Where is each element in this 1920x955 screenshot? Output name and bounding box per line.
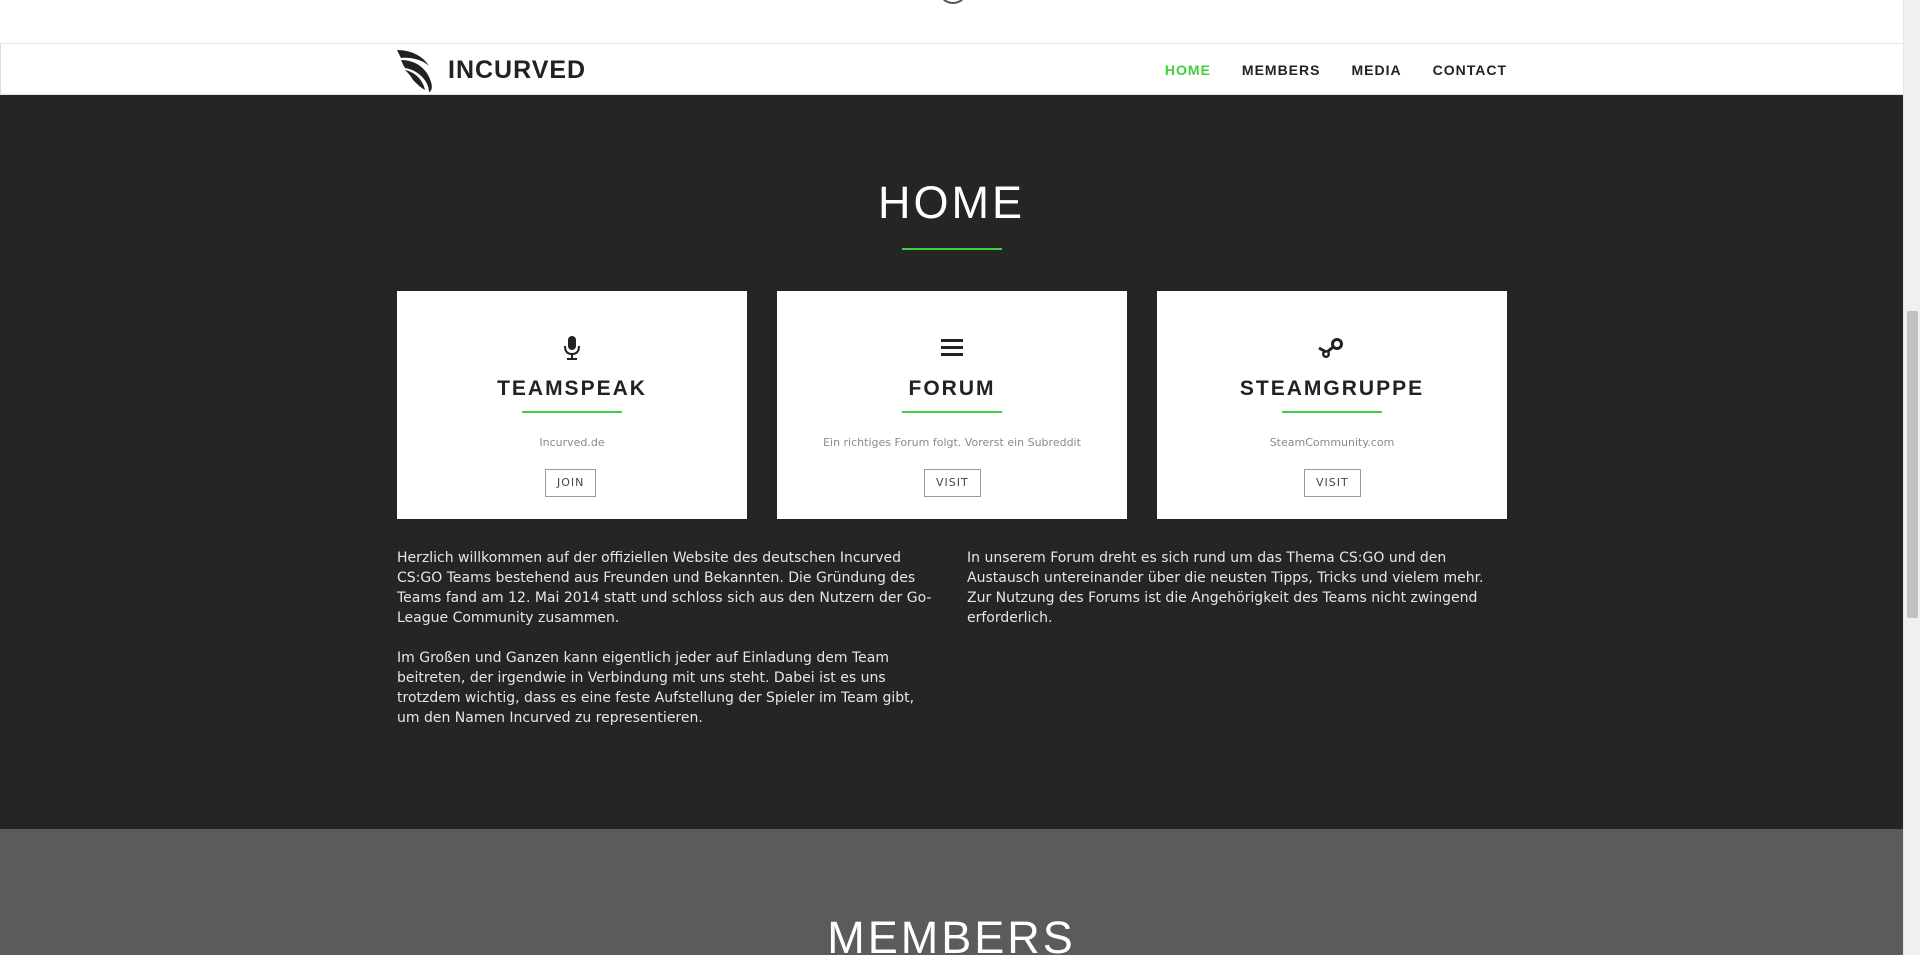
home-section: HOME TEAMSPEAK Incurved.de JOIN FORUM Ei… <box>0 95 1903 829</box>
list-icon <box>941 339 963 356</box>
steamgruppe-visit-button[interactable]: VISIT <box>1304 469 1361 497</box>
incurved-logo-icon <box>397 50 432 92</box>
card-steamgruppe: STEAMGRUPPE SteamCommunity.com VISIT <box>1157 291 1507 519</box>
navbar: INCURVED HOME MEMBERS MEDIA CONTACT <box>0 43 1903 95</box>
main-nav: HOME MEMBERS MEDIA CONTACT <box>1134 44 1507 96</box>
card-subtitle: Incurved.de <box>539 436 605 449</box>
page-scrollbar[interactable] <box>1903 0 1920 955</box>
nav-item-contact[interactable]: CONTACT <box>1433 62 1507 78</box>
microphone-icon <box>564 336 580 360</box>
card-title: FORUM <box>908 377 996 400</box>
teamspeak-join-button[interactable]: JOIN <box>545 469 597 497</box>
team-paragraph: Im Großen und Ganzen kann eigentlich jed… <box>397 650 915 726</box>
top-strip <box>0 0 1903 43</box>
card-subtitle: SteamCommunity.com <box>1269 436 1395 449</box>
nav-item-members[interactable]: MEMBERS <box>1242 62 1321 78</box>
welcome-paragraph: Herzlich willkommen auf der offiziellen … <box>397 550 932 626</box>
home-title: HOME <box>878 177 1025 228</box>
card-title-underline <box>902 411 1002 413</box>
card-title-underline <box>522 411 622 413</box>
card-subtitle: Ein richtiges Forum folgt. Vorerst ein S… <box>823 436 1081 449</box>
members-section: MEMBERS <box>0 829 1903 955</box>
card-teamspeak: TEAMSPEAK Incurved.de JOIN <box>397 291 747 519</box>
scrollbar-thumb[interactable] <box>1907 311 1918 618</box>
brand[interactable]: INCURVED <box>393 48 586 92</box>
scroll-indicator-icon <box>938 0 968 4</box>
nav-item-media[interactable]: MEDIA <box>1351 62 1401 78</box>
home-title-underline <box>902 248 1002 250</box>
forum-visit-button[interactable]: VISIT <box>924 469 981 497</box>
steam-icon <box>1318 338 1343 358</box>
members-title: MEMBERS <box>827 912 1076 955</box>
brand-name: INCURVED <box>448 55 587 84</box>
card-title: STEAMGRUPPE <box>1239 377 1425 400</box>
forum-paragraph: In unserem Forum dreht es sich rund um d… <box>967 550 1484 626</box>
card-title-underline <box>1282 411 1382 413</box>
card-forum: FORUM Ein richtiges Forum folgt. Vorerst… <box>777 291 1127 519</box>
card-title: TEAMSPEAK <box>497 377 647 400</box>
nav-item-home[interactable]: HOME <box>1165 62 1211 78</box>
